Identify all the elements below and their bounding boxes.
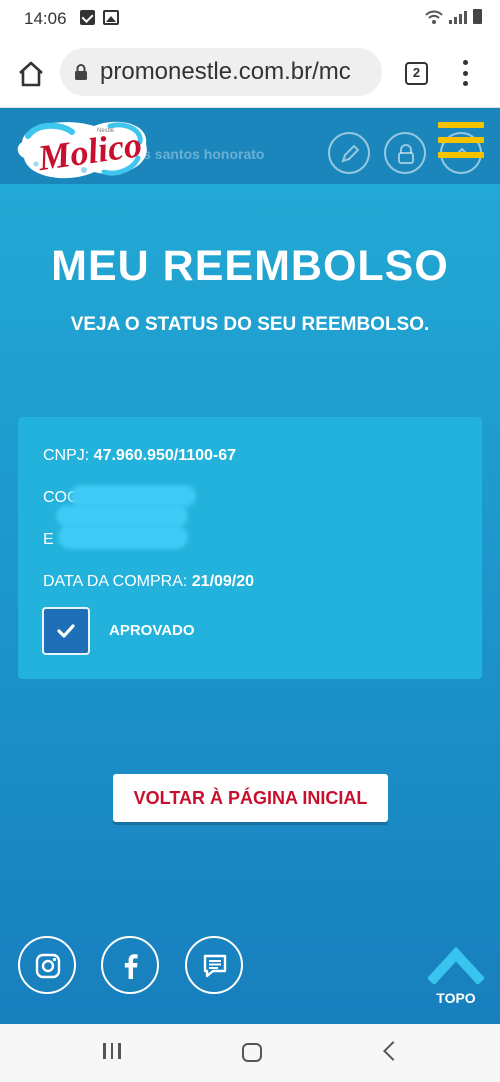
home-icon[interactable] bbox=[16, 59, 46, 89]
checkmark-icon bbox=[57, 624, 75, 638]
image-notification-icon bbox=[103, 10, 119, 25]
recents-icon[interactable] bbox=[103, 1043, 121, 1059]
site-header: dos santos honorato Nestlé Molico bbox=[0, 108, 500, 184]
system-navigation-bar bbox=[0, 1024, 500, 1082]
battery-icon bbox=[473, 9, 482, 24]
molico-logo[interactable]: Nestlé Molico bbox=[14, 112, 154, 184]
refund-status-card: CNPJ: 47.960.950/1100-67 COO E DATA DA C… bbox=[18, 417, 482, 679]
instagram-button[interactable] bbox=[18, 936, 76, 994]
main-content: MEU REEMBOLSO VEJA O STATUS DO SEU REEMB… bbox=[0, 184, 500, 1024]
back-to-home-button[interactable]: VOLTAR À PÁGINA INICIAL bbox=[113, 774, 388, 822]
ecf-label: E bbox=[43, 531, 54, 548]
wifi-icon bbox=[425, 10, 443, 24]
purchase-date-value: 21/09/20 bbox=[191, 573, 255, 590]
status-time: 14:06 bbox=[24, 9, 67, 28]
check-notification-icon bbox=[80, 10, 95, 25]
facebook-button[interactable] bbox=[101, 936, 159, 994]
cnpj-value: 47.960.950/1100-67 bbox=[93, 447, 237, 464]
url-text: promonestle.com.br/mc bbox=[100, 58, 351, 85]
back-to-top-label: TOPO bbox=[436, 990, 476, 1006]
lock-icon bbox=[398, 144, 414, 164]
page-title: MEU REEMBOLSO bbox=[51, 242, 449, 290]
back-to-top-button[interactable]: TOPO bbox=[426, 944, 486, 1006]
approved-label: APROVADO bbox=[109, 622, 195, 639]
home-circle-icon[interactable] bbox=[242, 1043, 262, 1062]
redaction-mark bbox=[58, 525, 188, 549]
chevron-up-icon bbox=[426, 946, 486, 986]
browser-toolbar: promonestle.com.br/mc 2 bbox=[0, 38, 500, 108]
cnpj-row: CNPJ: 47.960.950/1100-67 bbox=[43, 447, 236, 465]
edit-profile-button[interactable] bbox=[328, 132, 370, 174]
redaction-mark bbox=[56, 505, 188, 527]
chat-icon bbox=[203, 954, 227, 978]
purchase-date-row: DATA DA COMPRA: 21/09/20 bbox=[43, 573, 254, 591]
lock-icon bbox=[75, 64, 87, 80]
back-icon[interactable] bbox=[383, 1041, 403, 1061]
instagram-icon bbox=[35, 953, 61, 979]
approved-checkbox[interactable] bbox=[42, 607, 90, 655]
redaction-mark bbox=[70, 485, 196, 507]
address-bar[interactable]: promonestle.com.br/mc bbox=[60, 48, 382, 96]
status-icons bbox=[425, 9, 482, 24]
ecf-row: E bbox=[43, 531, 54, 549]
purchase-date-label: DATA DA COMPRA: bbox=[43, 573, 192, 590]
tabs-button[interactable]: 2 bbox=[405, 62, 428, 85]
facebook-icon bbox=[124, 954, 138, 979]
hamburger-menu-icon[interactable] bbox=[438, 122, 484, 158]
contact-button[interactable] bbox=[185, 936, 243, 994]
overflow-menu-icon[interactable] bbox=[460, 60, 470, 86]
edit-icon bbox=[341, 144, 360, 163]
logout-button[interactable] bbox=[384, 132, 426, 174]
page-subtitle: VEJA O STATUS DO SEU REEMBOLSO. bbox=[70, 314, 430, 335]
signal-icon bbox=[449, 10, 467, 24]
cnpj-label: CNPJ: bbox=[43, 447, 94, 464]
status-bar: 14:06 bbox=[0, 0, 500, 38]
